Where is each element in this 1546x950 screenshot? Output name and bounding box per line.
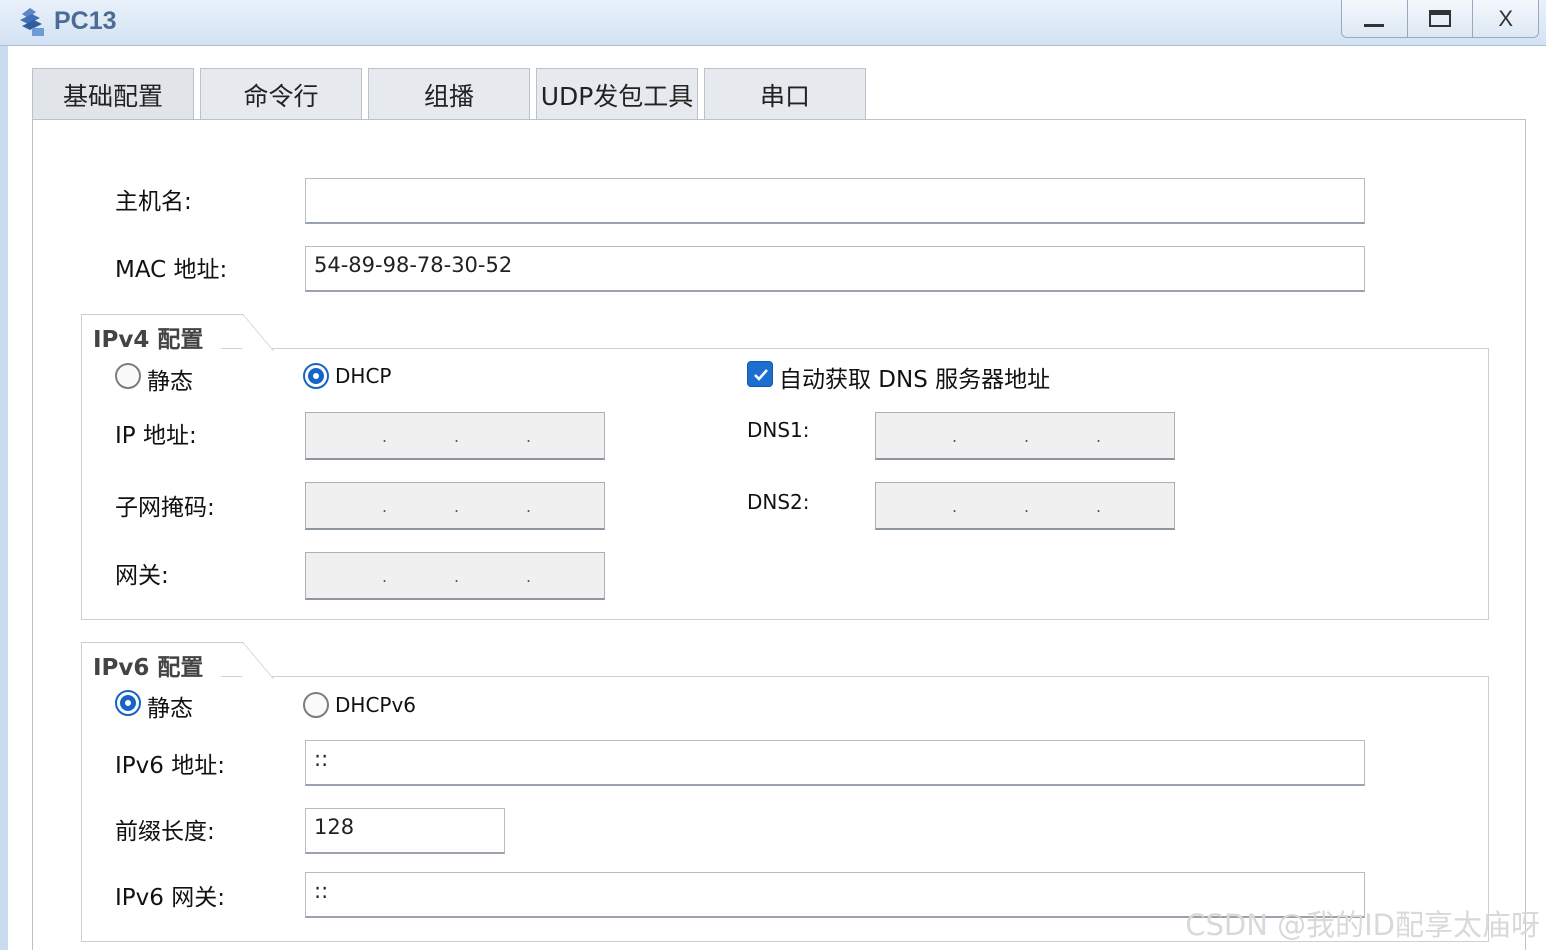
ipv4-static-radio[interactable]: [115, 363, 141, 389]
ip-address-input[interactable]: . . .: [305, 412, 605, 460]
close-button[interactable]: X: [1473, 0, 1538, 37]
auto-dns-checkbox[interactable]: [747, 361, 773, 387]
basic-config-panel: 主机名: MAC 地址: 54-89-98-78-30-52 IPv4 配置 静…: [32, 119, 1526, 950]
ipv6-dhcpv6-radio[interactable]: [303, 692, 329, 718]
pc-app-icon: [20, 8, 44, 36]
hostname-input[interactable]: [305, 178, 1365, 224]
tab-multicast[interactable]: 组播: [368, 68, 530, 120]
dns2-input[interactable]: . . .: [875, 482, 1175, 530]
ipv4-dhcp-label: DHCP: [335, 364, 392, 388]
auto-dns-label: 自动获取 DNS 服务器地址: [779, 367, 1051, 393]
app-window: PC13 X 基础配置 命令行 组播 UDP发包工具 串口 主机名: MAC 地…: [0, 0, 1546, 950]
hostname-label: 主机名:: [115, 189, 192, 215]
tab-serial[interactable]: 串口: [704, 68, 866, 120]
gateway-input[interactable]: . . .: [305, 552, 605, 600]
window-controls: X: [1341, 0, 1539, 38]
ipv6-group-title: IPv6 配置: [93, 655, 204, 681]
watermark: CSDN @我的ID配享太庙呀: [1185, 908, 1540, 942]
maximize-button[interactable]: [1407, 0, 1474, 37]
client-area: 基础配置 命令行 组播 UDP发包工具 串口 主机名: MAC 地址: 54-8…: [8, 46, 1546, 950]
window-title: PC13: [54, 7, 117, 35]
ipv4-static-label: 静态: [147, 369, 193, 395]
prefix-length-input[interactable]: 128: [305, 808, 505, 854]
ip-address-label: IP 地址:: [115, 423, 197, 449]
ipv6-address-label: IPv6 地址:: [115, 753, 225, 779]
gateway-label: 网关:: [115, 563, 169, 589]
dns2-label: DNS2:: [747, 490, 810, 514]
mac-label: MAC 地址:: [115, 257, 228, 283]
tab-command-line[interactable]: 命令行: [200, 68, 362, 120]
dns1-label: DNS1:: [747, 418, 810, 442]
ipv6-static-radio[interactable]: [115, 690, 141, 716]
ipv6-dhcpv6-label: DHCPv6: [335, 693, 417, 717]
subnet-mask-input[interactable]: . . .: [305, 482, 605, 530]
maximize-icon: [1429, 10, 1451, 27]
mac-input[interactable]: 54-89-98-78-30-52: [305, 246, 1365, 292]
ipv4-group-title: IPv4 配置: [93, 327, 204, 353]
tab-basic-config[interactable]: 基础配置: [32, 68, 194, 120]
prefix-length-label: 前缀长度:: [115, 819, 215, 845]
tab-bar: 基础配置 命令行 组播 UDP发包工具 串口: [32, 68, 872, 120]
title-bar[interactable]: PC13 X: [0, 0, 1546, 46]
minimize-icon: [1364, 24, 1385, 27]
ipv6-address-input[interactable]: ::: [305, 740, 1365, 786]
ipv4-dhcp-radio[interactable]: [303, 363, 329, 389]
subnet-mask-label: 子网掩码:: [115, 495, 215, 521]
dns1-input[interactable]: . . .: [875, 412, 1175, 460]
ipv6-static-label: 静态: [147, 696, 193, 722]
tab-udp-tool[interactable]: UDP发包工具: [536, 68, 698, 120]
ipv6-gateway-label: IPv6 网关:: [115, 885, 225, 911]
check-icon: [754, 369, 768, 381]
minimize-button[interactable]: [1342, 0, 1408, 37]
